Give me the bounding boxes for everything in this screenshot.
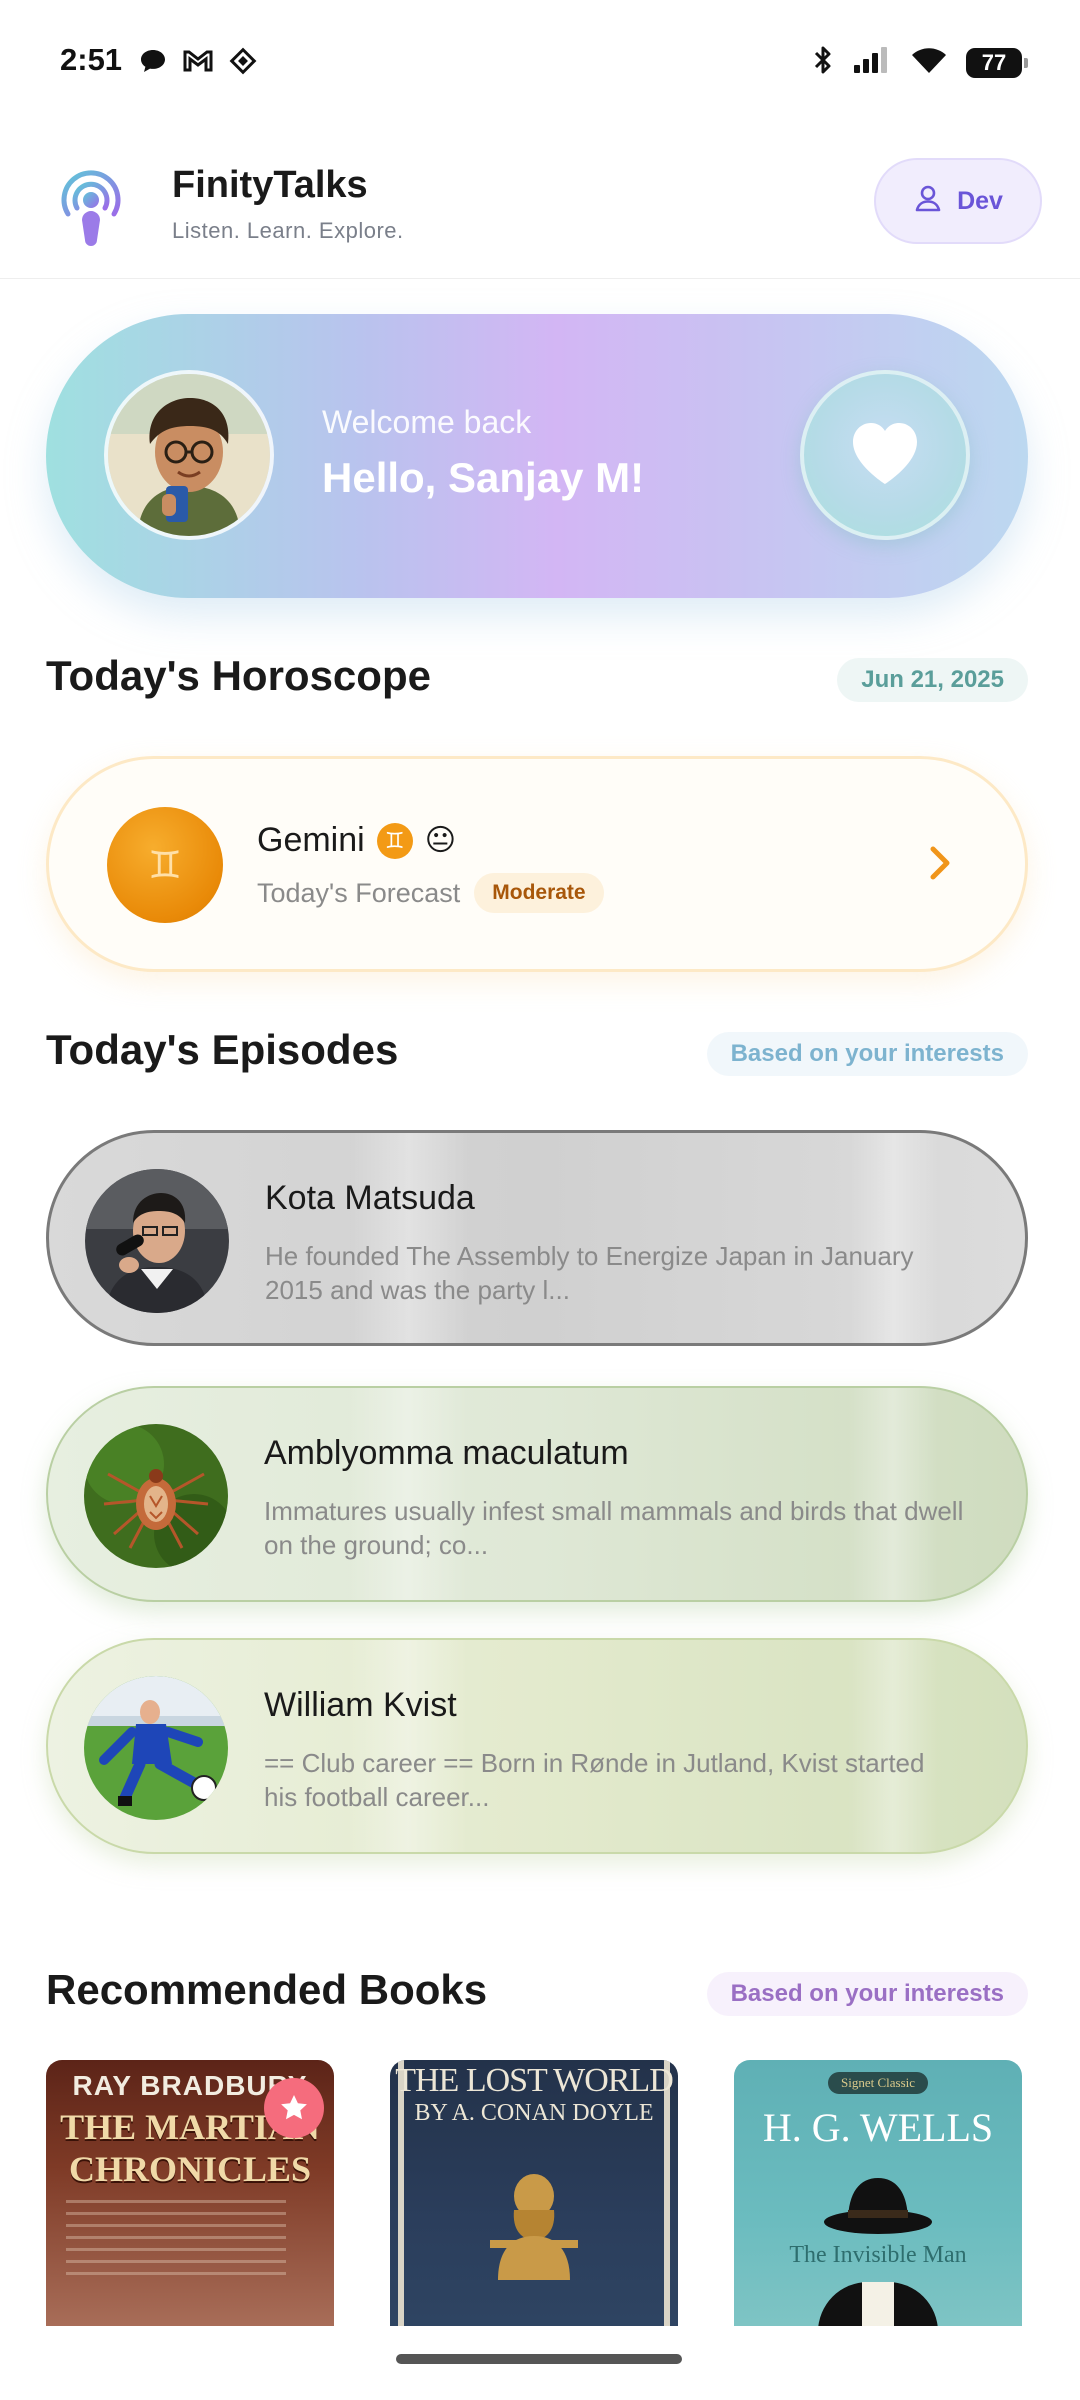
book-cover[interactable]: RAY BRADBURY THE MARTIAN CHRONICLES — [46, 2060, 334, 2326]
sign-name: Gemini — [257, 821, 365, 859]
cellular-signal-icon — [852, 45, 892, 80]
professor-illustration — [484, 2170, 584, 2285]
episode-thumbnail — [84, 1424, 228, 1568]
battery-icon: 77 — [966, 47, 1028, 78]
bluetooth-icon — [812, 44, 834, 81]
books-interest-tag: Based on your interests — [706, 1972, 1028, 2016]
episode-title: Kota Matsuda — [265, 1179, 475, 1217]
status-bar: 2:51 77 — [0, 0, 1080, 130]
bowler-hat-illustration — [818, 2170, 938, 2245]
episodes-interest-tag: Based on your interests — [706, 1032, 1028, 1076]
chevron-right-icon — [929, 845, 951, 886]
book-author: H. G. WELLS — [762, 2105, 994, 2150]
app-tagline: Listen. Learn. Explore. — [172, 218, 404, 243]
horoscope-date-badge: Jun 21, 2025 — [837, 658, 1028, 702]
book-cover[interactable]: Signet Classic H. G. WELLS The Invisible… — [734, 2060, 1022, 2326]
avatar[interactable] — [104, 370, 274, 540]
forecast-row: Today's Forecast Moderate — [257, 873, 604, 913]
book-blurb-texture — [66, 2200, 286, 2280]
wifi-icon — [910, 45, 948, 80]
episode-title: William Kvist — [264, 1686, 457, 1724]
episode-description: Immatures usually infest small mammals a… — [264, 1496, 964, 1560]
episodes-section-title: Today's Episodes — [46, 1026, 399, 1073]
book-title-line1: THE LOST WORLD — [395, 2062, 674, 2099]
user-icon — [913, 183, 943, 220]
gemini-emblem-icon: ♊ — [376, 822, 413, 859]
forecast-label: Today's Forecast — [257, 877, 461, 908]
status-time: 2:51 — [60, 42, 123, 77]
publisher-name: Signet Classic — [840, 2075, 916, 2090]
mood-emoji-icon: 😐 — [424, 824, 456, 857]
episode-description: == Club career == Born in Rønde in Jutla… — [264, 1748, 925, 1812]
episode-description: He founded The Assembly to Energize Japa… — [265, 1241, 914, 1305]
episode-thumbnail — [84, 1676, 228, 1820]
favorites-button[interactable] — [800, 370, 970, 540]
book-author: BY A. CONAN DOYLE — [414, 2100, 654, 2126]
gemini-symbol: ♊ — [147, 844, 183, 887]
horoscope-section-title: Today's Horoscope — [46, 652, 431, 699]
gmail-icon — [182, 48, 214, 79]
card-sheen — [849, 1133, 939, 1343]
podcast-logo-icon — [58, 170, 124, 248]
welcome-subtitle: Welcome back — [322, 404, 532, 440]
books-section-title: Recommended Books — [46, 1966, 488, 2013]
forecast-level-badge: Moderate — [474, 873, 604, 913]
horoscope-card[interactable]: ♊ Gemini ♊ 😐 Today's Forecast Moderate — [46, 756, 1028, 972]
episode-thumbnail — [85, 1169, 229, 1313]
app-title: FinityTalks — [172, 164, 368, 206]
dev-profile-button[interactable]: Dev — [874, 158, 1042, 244]
heart-icon — [849, 420, 921, 491]
battery-level: 77 — [981, 49, 1007, 75]
notification-icons — [138, 46, 258, 81]
episode-card[interactable]: Kota Matsuda He founded The Assembly to … — [46, 1130, 1028, 1346]
dev-button-label: Dev — [957, 186, 1003, 215]
publisher-badge: Signet Classic — [828, 2072, 928, 2094]
book-cover[interactable]: THE LOST WORLD BY A. CONAN DOYLE — [390, 2060, 678, 2326]
system-status-icons: 77 — [812, 44, 1028, 81]
welcome-card: Welcome back Hello, Sanjay M! — [46, 314, 1028, 598]
episode-card[interactable]: William Kvist == Club career == Born in … — [46, 1638, 1028, 1854]
horoscope-sign-title: Gemini ♊ 😐 — [257, 821, 456, 860]
episode-card[interactable]: Amblyomma maculatum Immatures usually in… — [46, 1386, 1028, 1602]
home-indicator[interactable] — [396, 2354, 682, 2364]
chat-bubble-icon — [138, 47, 168, 80]
card-sheen — [349, 1133, 469, 1343]
featured-star-icon — [264, 2078, 324, 2138]
welcome-greeting: Hello, Sanjay M! — [322, 454, 645, 501]
figure-collar — [862, 2282, 894, 2326]
app-header: FinityTalks Listen. Learn. Explore. Dev — [0, 150, 1080, 279]
diamond-app-icon — [228, 46, 258, 81]
gemini-sign-icon: ♊ — [107, 807, 223, 923]
episode-title: Amblyomma maculatum — [264, 1434, 629, 1472]
book-title: The Invisible Man — [789, 2242, 967, 2268]
book-title-line2: CHRONICLES — [68, 2149, 312, 2189]
